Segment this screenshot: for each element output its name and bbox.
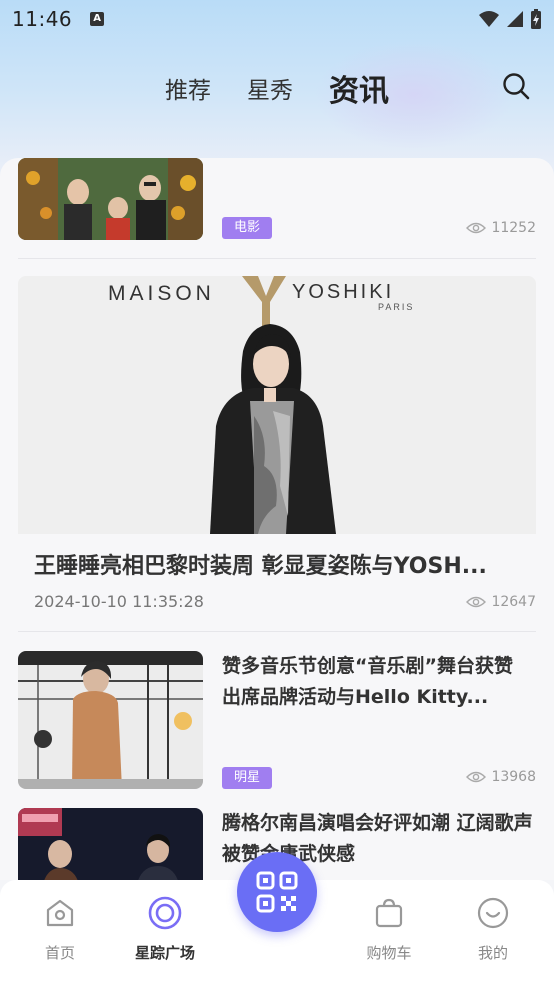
- eye-icon: [466, 771, 487, 783]
- notification-icon: A: [90, 12, 105, 26]
- news-thumbnail: [18, 651, 203, 789]
- divider: [18, 258, 536, 259]
- wifi-icon: [479, 11, 499, 27]
- eye-icon: [466, 222, 487, 234]
- news-date: 2024-10-10 11:35:28: [34, 592, 204, 611]
- view-count: 12647: [466, 594, 536, 610]
- tab-star-show[interactable]: 星秀: [247, 71, 293, 105]
- battery-icon: [531, 9, 541, 29]
- scan-button[interactable]: [237, 852, 317, 932]
- status-bar: 11:46 A: [0, 0, 554, 38]
- cart-icon: [375, 898, 403, 928]
- news-title[interactable]: 王睡睡亮相巴黎时装周 彰显夏姿陈与YOSH...: [34, 548, 524, 580]
- home-icon: [46, 899, 74, 927]
- nav-home[interactable]: 首页: [10, 896, 110, 963]
- nav-cart-label: 购物车: [366, 944, 412, 962]
- nav-home-label: 首页: [44, 944, 75, 962]
- tab-news[interactable]: 资讯: [329, 66, 389, 110]
- news-thumbnail: [18, 158, 203, 240]
- star-plaza-icon: [148, 896, 182, 930]
- nav-star-plaza-label: 星踪广场: [134, 944, 195, 962]
- brand-text-right: YOSHIKI: [292, 281, 394, 303]
- news-featured-image: MAISON YOSHIKI PARIS: [18, 276, 536, 534]
- signal-icon: [507, 11, 523, 27]
- bottom-navigation: 首页 星踪广场 购物车 我的: [0, 852, 554, 985]
- eye-icon: [466, 596, 487, 608]
- news-title[interactable]: 赞多音乐节创意“音乐剧”舞台获赞 出席品牌活动与Hello Kitty...: [222, 651, 536, 713]
- news-feed[interactable]: 电影 11252 MAISON YOSHIKI PARIS 王睡睡亮相巴黎时装周…: [0, 158, 554, 880]
- nav-profile[interactable]: 我的: [443, 896, 543, 963]
- divider: [18, 631, 536, 632]
- nav-star-plaza[interactable]: 星踪广场: [115, 896, 215, 963]
- status-time: 11:46: [12, 7, 73, 31]
- news-thumbnail: [18, 808, 203, 880]
- category-badge: 电影: [222, 217, 273, 239]
- nav-cart[interactable]: 购物车: [339, 896, 439, 963]
- view-count-value: 12647: [491, 594, 536, 610]
- search-icon[interactable]: [502, 72, 530, 100]
- view-count-value: 13968: [491, 769, 536, 785]
- status-indicators: [478, 9, 542, 29]
- profile-icon: [477, 897, 509, 929]
- nav-profile-label: 我的: [477, 944, 508, 962]
- news-item-featured[interactable]: MAISON YOSHIKI PARIS 王睡睡亮相巴黎时装周 彰显夏姿陈与YO…: [18, 276, 536, 621]
- view-count: 11252: [466, 220, 536, 236]
- category-tabs: 推荐 星秀 资讯: [0, 60, 554, 116]
- news-item[interactable]: 赞多音乐节创意“音乐剧”舞台获赞 出席品牌活动与Hello Kitty... 明…: [18, 651, 536, 791]
- category-badge: 明星: [222, 767, 273, 789]
- news-item[interactable]: 电影 11252: [18, 158, 536, 242]
- brand-text-left: MAISON: [108, 282, 215, 305]
- brand-text-city: PARIS: [378, 302, 414, 312]
- view-count-value: 11252: [491, 220, 536, 236]
- tab-recommend[interactable]: 推荐: [165, 71, 211, 105]
- qr-code-icon: [256, 871, 298, 913]
- view-count: 13968: [466, 769, 536, 785]
